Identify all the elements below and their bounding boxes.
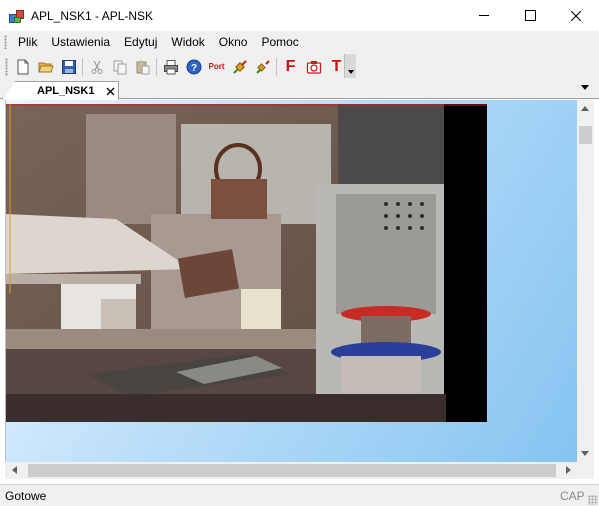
scroll-right-icon[interactable] [566,466,571,474]
window-title: APL_NSK1 - APL-NSK [31,8,154,23]
toolbar-grip[interactable] [5,57,8,76]
maximize-button[interactable] [507,0,553,31]
horizontal-scroll-thumb[interactable] [28,464,556,477]
disconnect-icon [255,59,270,74]
close-icon [571,10,581,21]
help-icon: ? [186,59,201,74]
open-button[interactable] [34,56,57,78]
tab-label: APL_NSK1 [37,85,95,97]
save-icon [61,59,76,74]
menu-ustawienia[interactable]: Ustawienia [44,31,117,53]
tab-apl-nsk1[interactable]: APL_NSK1 [3,81,119,100]
camera-image: MAGNE B6 [6,104,487,422]
minimize-button[interactable] [461,0,507,31]
title-bar: APL_NSK1 - APL-NSK [0,0,599,31]
text-icon: T [331,57,342,75]
paste-icon [136,60,149,74]
toolbar-separator [276,57,277,76]
new-file-icon [17,59,28,74]
tab-list-dropdown-icon[interactable] [581,85,589,90]
print-icon [163,59,178,74]
caps-lock-indicator: CAP [560,489,585,503]
toolbar-overflow-button[interactable] [344,54,356,78]
new-button[interactable] [11,56,34,78]
cut-icon [91,60,102,74]
cut-button[interactable] [85,56,108,78]
close-button[interactable] [553,0,599,31]
save-button[interactable] [57,56,80,78]
menu-plik[interactable]: Plik [11,31,44,53]
print-button[interactable] [159,56,182,78]
port-button[interactable]: Port [205,56,228,78]
vertical-scrollbar[interactable] [577,100,594,462]
resize-grip[interactable] [588,495,598,505]
copy-icon [113,60,126,74]
document-view: MAGNE B6 [5,100,577,462]
menu-okno[interactable]: Okno [212,31,255,53]
help-button[interactable]: ? [182,56,205,78]
open-folder-icon [37,62,54,72]
font-button[interactable]: F [279,56,302,78]
disconnect-button[interactable] [251,56,274,78]
scroll-down-icon[interactable] [581,451,589,456]
menu-grip[interactable] [4,35,7,49]
svg-text:?: ? [190,63,196,74]
scroll-left-icon[interactable] [12,466,17,474]
menu-widok[interactable]: Widok [164,31,211,53]
toolbar-separator [82,57,83,76]
copy-button[interactable] [108,56,131,78]
scroll-corner [577,462,594,479]
toolbar: ? Port F T [0,53,599,80]
camera-icon [306,60,321,74]
status-bar: Gotowe CAP [0,484,599,506]
vertical-scroll-thumb[interactable] [579,126,592,144]
font-icon: F [285,57,296,75]
connect-button[interactable] [228,56,251,78]
camera-button[interactable] [302,56,325,78]
status-text: Gotowe [5,489,47,503]
menu-edytuj[interactable]: Edytuj [117,31,164,53]
paste-button[interactable] [131,56,154,78]
toolbar-separator [156,57,157,76]
close-tab-icon[interactable] [106,87,115,96]
app-icon[interactable] [9,8,25,24]
scroll-up-icon[interactable] [581,106,589,111]
menu-bar: Plik Ustawienia Edytuj Widok Okno Pomoc [0,31,599,53]
port-label: Port [208,62,225,71]
document-tab-strip: APL_NSK1 [0,80,599,100]
horizontal-scrollbar[interactable] [5,462,577,479]
connect-icon [232,59,247,74]
menu-pomoc[interactable]: Pomoc [254,31,305,53]
